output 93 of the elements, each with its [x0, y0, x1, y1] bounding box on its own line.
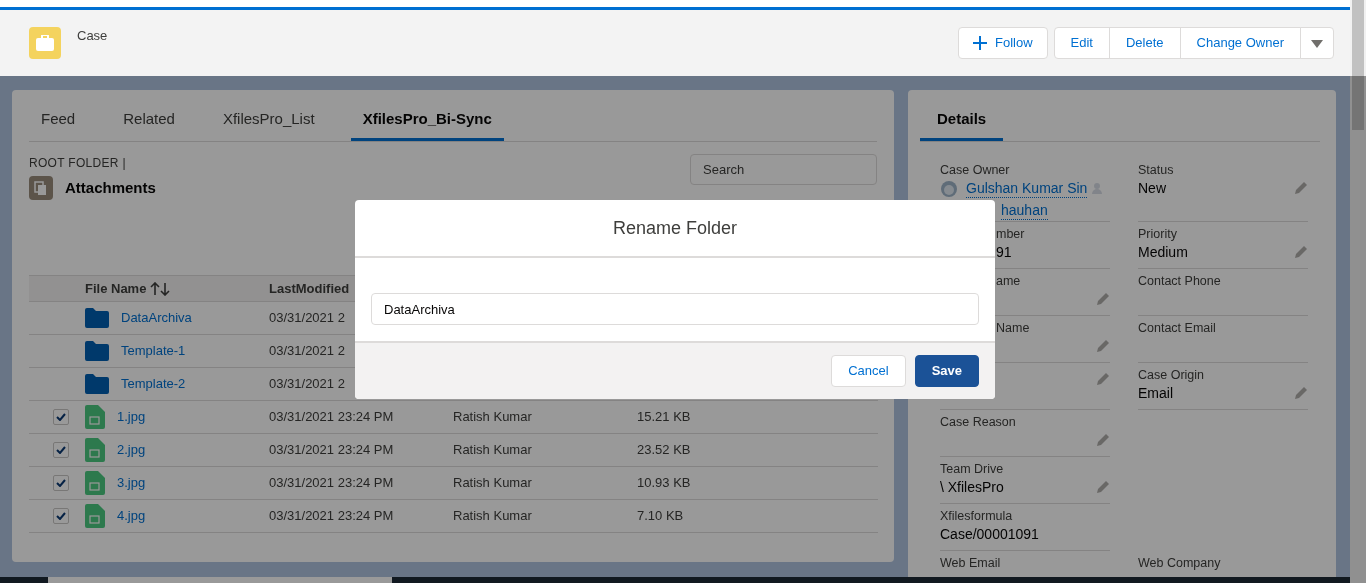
field-label: ame — [996, 274, 1021, 288]
record-type-label: Case — [77, 27, 108, 45]
modified-date: 03/31/2021 2 — [269, 343, 345, 359]
action-button[interactable]: Change Owner — [1179, 27, 1301, 59]
modified-date: 03/31/2021 23:24 PM — [269, 508, 394, 524]
field-value: 91 — [996, 243, 1012, 262]
file-name-link[interactable]: 4.jpg — [117, 506, 146, 526]
field-label: Case Reason — [940, 415, 1016, 429]
modified-date: 03/31/2021 23:24 PM — [269, 409, 394, 425]
checkbox[interactable] — [53, 508, 69, 524]
check-icon — [56, 512, 66, 520]
field-label: Web Email — [940, 556, 1001, 570]
file-name-link[interactable]: Template-1 — [121, 341, 186, 361]
field-value: \ XfilesPro — [940, 478, 1004, 497]
file-size: 10.93 KB — [637, 475, 691, 491]
check-icon — [56, 413, 66, 421]
tab[interactable]: Details — [920, 107, 1004, 141]
vertical-scrollbar[interactable] — [1350, 0, 1366, 583]
field-label: Priority — [1138, 227, 1177, 241]
pencil-edit-icon[interactable] — [1294, 245, 1308, 259]
follow-button[interactable]: Follow — [958, 27, 1048, 59]
pencil-edit-icon[interactable] — [1096, 292, 1110, 306]
pencil-edit-icon[interactable] — [1096, 339, 1110, 353]
pencil-edit-icon[interactable] — [1096, 372, 1110, 386]
tab[interactable]: Feed — [29, 107, 88, 141]
modified-date: 03/31/2021 2 — [269, 310, 345, 326]
owner-name: Ratish Kumar — [453, 442, 532, 458]
owner-name: Ratish Kumar — [453, 475, 532, 491]
image-file-icon — [85, 471, 105, 495]
field-label: Status — [1138, 163, 1174, 177]
owner-name: Ratish Kumar — [453, 409, 532, 425]
field-label: Team Drive — [940, 462, 1004, 476]
pencil-edit-icon[interactable] — [1294, 181, 1308, 195]
field-label: Case Origin — [1138, 368, 1204, 382]
pencil-edit-icon[interactable] — [1096, 480, 1110, 494]
owner-name: Ratish Kumar — [453, 508, 532, 524]
modified-date: 03/31/2021 23:24 PM — [269, 475, 394, 491]
record-icon — [29, 27, 61, 59]
image-file-icon — [85, 438, 105, 462]
modal-title: Rename Folder — [612, 216, 738, 240]
tab[interactable]: Related — [111, 107, 187, 141]
tab[interactable]: XfilesPro_List — [210, 107, 327, 141]
scrollbar-thumb[interactable] — [1352, 0, 1364, 130]
file-name-link[interactable]: 1.jpg — [117, 407, 146, 427]
folder-icon — [85, 341, 109, 361]
file-name-link[interactable]: DataArchiva — [121, 308, 192, 328]
image-file-icon — [85, 504, 105, 528]
tab[interactable]: XfilesPro_Bi-Sync — [350, 107, 504, 141]
folder-name: Attachments — [65, 177, 156, 198]
file-name-link[interactable]: Template-2 — [121, 374, 186, 394]
folder-path: ROOT FOLDER | — [29, 155, 127, 172]
field-label: Xfilesformula — [940, 509, 1013, 523]
pencil-edit-icon[interactable] — [1294, 386, 1308, 400]
field-label: mber — [996, 227, 1025, 241]
folder-icon — [85, 308, 109, 328]
field-value: Case/00001091 — [940, 525, 1039, 544]
sort-arrows-icon — [150, 281, 171, 296]
file-name-link[interactable]: 2.jpg — [117, 440, 146, 460]
field-value: Email — [1138, 384, 1173, 403]
folder-name-field[interactable]: DataArchiva — [371, 293, 979, 325]
image-file-icon — [85, 405, 105, 429]
field-label: Contact Email — [1138, 321, 1216, 335]
field-label: Web Company — [1138, 556, 1221, 570]
caret-down-icon — [1311, 39, 1323, 48]
action-button[interactable]: Delete — [1108, 27, 1181, 59]
pencil-edit-icon[interactable] — [1096, 433, 1110, 447]
file-size: 23.52 KB — [637, 442, 691, 458]
search-field[interactable]: Search — [690, 154, 877, 185]
save-button[interactable]: Save — [914, 355, 979, 387]
check-icon — [56, 446, 66, 454]
checkbox[interactable] — [53, 442, 69, 458]
cancel-button[interactable]: Cancel — [831, 355, 906, 387]
checkbox[interactable] — [53, 475, 69, 491]
owner-link[interactable]: Gulshan Kumar Sin — [966, 178, 1088, 198]
plus-icon — [973, 36, 987, 50]
dropdown-button[interactable] — [1300, 27, 1334, 59]
field-label: Name — [996, 321, 1030, 335]
modified-date: 03/31/2021 2 — [269, 376, 345, 392]
checkbox[interactable] — [53, 409, 69, 425]
file-name-link[interactable]: 3.jpg — [117, 473, 146, 493]
file-size: 15.21 KB — [637, 409, 691, 425]
owner-link[interactable]: hauhan — [1001, 200, 1048, 220]
avatar-icon — [940, 179, 958, 197]
field-label: Contact Phone — [1138, 274, 1221, 288]
file-size: 7.10 KB — [637, 508, 684, 524]
field-label: Case Owner — [940, 163, 1010, 177]
check-icon — [56, 479, 66, 487]
field-value: Medium — [1138, 243, 1188, 262]
action-button[interactable]: Edit — [1053, 27, 1110, 59]
folder-files-icon — [29, 176, 53, 200]
modified-date: 03/31/2021 23:24 PM — [269, 442, 394, 458]
folder-icon — [85, 374, 109, 394]
field-value: New — [1138, 179, 1166, 198]
